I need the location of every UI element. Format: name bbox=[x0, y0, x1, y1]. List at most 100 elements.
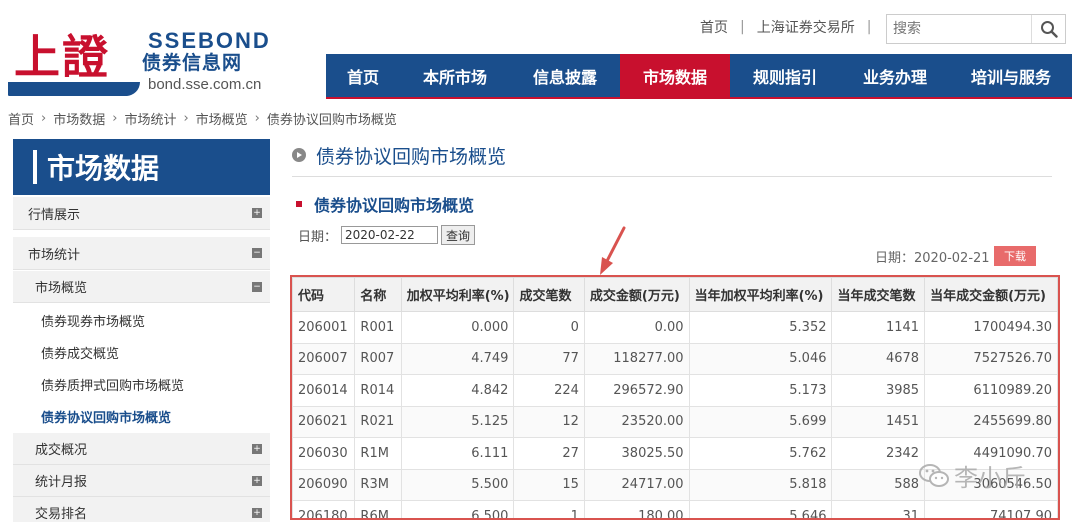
nav-item-market-data[interactable]: 市场数据 bbox=[620, 54, 730, 97]
play-circle-icon bbox=[292, 148, 306, 162]
sidebar-item-label: 债券成交概览 bbox=[41, 346, 120, 362]
table-cell: 5.699 bbox=[688, 405, 833, 438]
search-button[interactable] bbox=[1031, 15, 1065, 43]
sidebar-item-ranking[interactable]: 交易排名 + bbox=[13, 497, 270, 522]
column-header: 代码 bbox=[292, 277, 356, 312]
table-cell: 224 bbox=[513, 374, 585, 407]
watermark: 李小斤 bbox=[918, 458, 1026, 493]
column-header: 成交笔数 bbox=[513, 277, 585, 312]
table-cell: 31 bbox=[831, 500, 926, 518]
logo-subtitle: 债券信息网 bbox=[142, 52, 243, 74]
table-cell: 1451 bbox=[831, 405, 926, 438]
arrow-annotation-icon bbox=[600, 226, 626, 275]
breadcrumb-item[interactable]: 市场数据 bbox=[53, 109, 105, 128]
breadcrumb-item[interactable]: 市场统计 bbox=[124, 109, 176, 128]
table-cell: 206007 bbox=[292, 342, 356, 375]
sidebar-item-monthly-report[interactable]: 统计月报 + bbox=[13, 465, 270, 497]
table-cell: 206021 bbox=[292, 405, 356, 438]
column-header: 当年加权平均利率(%) bbox=[688, 277, 833, 312]
logo-cn-text: 上證 bbox=[14, 30, 110, 84]
sidebar-item-agreement-repo[interactable]: 债券协议回购市场概览 bbox=[13, 400, 270, 432]
table-cell: 2455699.80 bbox=[924, 405, 1058, 438]
table-cell: R3M bbox=[354, 468, 402, 501]
search-icon bbox=[1040, 21, 1058, 38]
logo-swoosh bbox=[8, 82, 140, 96]
sidebar-item-statistics[interactable]: 市场统计 − bbox=[13, 237, 270, 270]
top-link-sse[interactable]: 上海证券交易所 bbox=[757, 17, 855, 37]
collapse-icon[interactable]: − bbox=[252, 248, 262, 258]
expand-icon[interactable]: + bbox=[252, 508, 262, 518]
table-cell: R001 bbox=[354, 311, 402, 344]
sidebar-item-label: 统计月报 bbox=[35, 475, 88, 490]
breadcrumb-item[interactable]: 市场概览 bbox=[196, 109, 248, 128]
table-cell: 588 bbox=[831, 468, 926, 501]
column-header: 成交金额(万元) bbox=[583, 277, 690, 312]
sidebar-item-label: 行情展示 bbox=[28, 207, 81, 223]
sidebar-item-overview[interactable]: 市场概览 − bbox=[13, 271, 270, 303]
sidebar-item-label: 成交概况 bbox=[35, 443, 88, 458]
table-cell: 77 bbox=[513, 342, 585, 375]
search-input[interactable] bbox=[887, 15, 1027, 43]
sidebar-item-pledge-repo[interactable]: 债券质押式回购市场概览 bbox=[13, 368, 270, 400]
table-cell: 118277.00 bbox=[583, 342, 690, 375]
table-cell: 4.842 bbox=[400, 374, 515, 407]
table-cell: 23520.00 bbox=[583, 405, 690, 438]
table-cell: 0.00 bbox=[583, 311, 690, 344]
breadcrumb-item[interactable]: 首页 bbox=[8, 109, 34, 128]
nav-item-business[interactable]: 业务办理 bbox=[840, 54, 950, 97]
page-title-text: 债券协议回购市场概览 bbox=[316, 145, 507, 168]
table-cell: 1141 bbox=[831, 311, 926, 344]
sidebar-item-label: 交易排名 bbox=[35, 507, 88, 522]
result-date: 日期：2020-02-21 bbox=[875, 251, 990, 266]
site-logo[interactable]: 上證 SSEBOND 债券信息网 bond.sse.com.cn bbox=[8, 22, 286, 98]
collapse-icon[interactable]: − bbox=[252, 282, 262, 292]
table-cell: 2342 bbox=[831, 437, 926, 470]
table-cell: 206090 bbox=[292, 468, 356, 501]
expand-icon[interactable]: + bbox=[252, 208, 262, 218]
sidebar-item-label: 市场统计 bbox=[28, 247, 81, 263]
expand-icon[interactable]: + bbox=[252, 476, 262, 486]
square-bullet-icon bbox=[296, 201, 302, 207]
page-title: 债券协议回购市场概览 bbox=[292, 141, 506, 169]
date-label: 日期： bbox=[298, 229, 338, 245]
table-cell: 5.646 bbox=[688, 500, 833, 518]
table-cell: 4678 bbox=[831, 342, 926, 375]
download-button[interactable]: 下载 bbox=[994, 246, 1036, 266]
title-divider bbox=[292, 176, 1052, 177]
sidebar-header: 市场数据 bbox=[13, 139, 270, 195]
nav-item-disclosure[interactable]: 信息披露 bbox=[510, 54, 620, 97]
sidebar-item-label: 债券现券市场概览 bbox=[41, 314, 146, 330]
table-cell: 27 bbox=[513, 437, 585, 470]
table-cell: 206001 bbox=[292, 311, 356, 344]
table-cell: 206180 bbox=[292, 500, 356, 518]
sidebar-item-quotes[interactable]: 行情展示 + bbox=[13, 197, 270, 230]
query-button[interactable]: 查询 bbox=[441, 225, 476, 245]
section-title: 债券协议回购市场概览 bbox=[296, 192, 474, 216]
nav-item-home[interactable]: 首页 bbox=[326, 54, 400, 97]
column-header: 名称 bbox=[354, 277, 402, 312]
table-row: 206001 R001 0.000 0 0.00 5.352 1141 1700… bbox=[292, 311, 1058, 344]
table-cell: 5.762 bbox=[688, 437, 833, 470]
logo-en-text: SSEBOND bbox=[148, 28, 271, 53]
sidebar-item-trade-summary[interactable]: 成交概况 + bbox=[13, 433, 270, 465]
breadcrumb-current: 债券协议回购市场概览 bbox=[266, 113, 397, 128]
sidebar-item-trade-overview[interactable]: 债券成交概览 bbox=[13, 336, 270, 368]
section-title-text: 债券协议回购市场概览 bbox=[314, 196, 475, 215]
table-cell: 1700494.30 bbox=[924, 311, 1058, 344]
top-link-home[interactable]: 首页 bbox=[700, 17, 728, 37]
nav-item-training[interactable]: 培训与服务 bbox=[950, 54, 1072, 97]
table-cell: 296572.90 bbox=[583, 374, 690, 407]
table-cell: 5.173 bbox=[688, 374, 833, 407]
table-cell: 5.352 bbox=[688, 311, 833, 344]
date-query-row: 日期： 查询 bbox=[298, 225, 476, 245]
sidebar-header-bar bbox=[33, 150, 37, 184]
breadcrumb: 首页 › 市场数据 › 市场统计 › 市场概览 › 债券协议回购市场概览 bbox=[8, 109, 397, 128]
expand-icon[interactable]: + bbox=[252, 444, 262, 454]
date-input[interactable] bbox=[341, 226, 439, 244]
nav-item-rules[interactable]: 规则指引 bbox=[730, 54, 840, 97]
chevron-right-icon: › bbox=[254, 111, 260, 126]
nav-item-market[interactable]: 本所市场 bbox=[400, 54, 510, 97]
table-cell: 15 bbox=[513, 468, 585, 501]
sidebar-item-spot-overview[interactable]: 债券现券市场概览 bbox=[13, 304, 270, 336]
table-cell: R1M bbox=[354, 437, 402, 470]
